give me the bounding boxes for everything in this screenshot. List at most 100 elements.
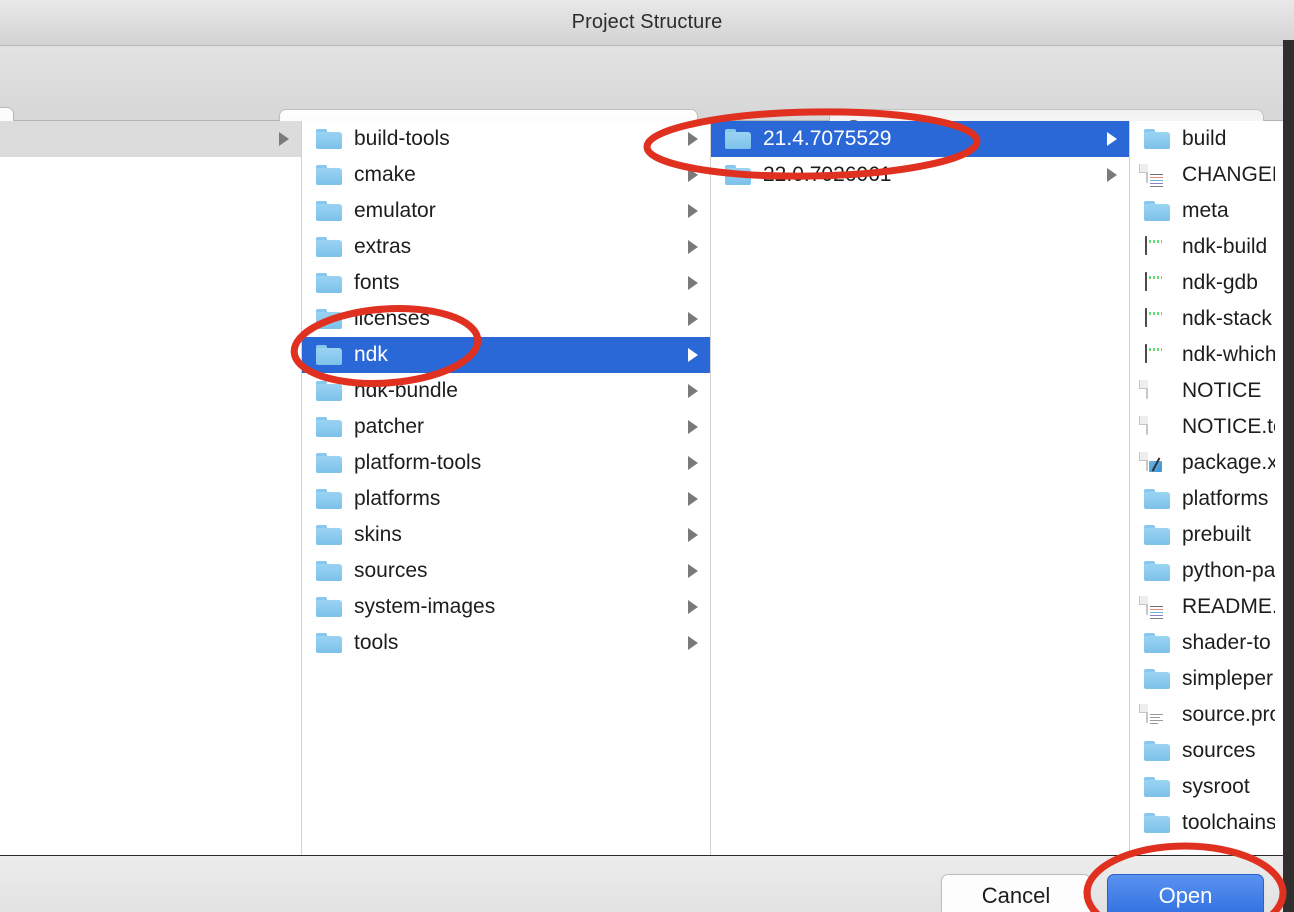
disclosure-triangle-icon bbox=[1107, 132, 1117, 146]
disclosure-triangle-icon bbox=[688, 456, 698, 470]
column-sdk-contents[interactable]: build-tools cmake emulator extras fonts licen… bbox=[302, 121, 711, 855]
list-item[interactable]: NOTICE.to bbox=[1130, 409, 1283, 445]
cancel-button[interactable]: Cancel bbox=[941, 874, 1091, 912]
list-item[interactable]: cmake bbox=[302, 157, 710, 193]
list-item-label: README.m bbox=[1182, 595, 1275, 618]
list-item[interactable]: sysroot bbox=[1130, 769, 1283, 805]
list-item-label: platforms bbox=[1182, 487, 1269, 510]
list-item[interactable]: skins bbox=[302, 517, 710, 553]
list-item[interactable]: ndk-build bbox=[1130, 229, 1283, 265]
list-item-label: system-images bbox=[354, 595, 496, 618]
list-item[interactable]: toolchains bbox=[1130, 805, 1283, 841]
folder-icon bbox=[316, 632, 342, 654]
list-item-label: tools bbox=[354, 631, 399, 654]
folder-icon bbox=[316, 488, 342, 510]
list-item[interactable]: platform-tools bbox=[302, 445, 710, 481]
list-item[interactable]: prebuilt bbox=[1130, 517, 1283, 553]
disclosure-triangle-icon bbox=[688, 348, 698, 362]
list-item-label: meta bbox=[1182, 199, 1229, 222]
folder-icon bbox=[1144, 128, 1170, 150]
list-item-label: platform-tools bbox=[354, 451, 482, 474]
list-item[interactable]: simpleper bbox=[1130, 661, 1283, 697]
list-item-label: NOTICE.to bbox=[1182, 415, 1275, 438]
list-item-label: NOTICE bbox=[1182, 379, 1262, 402]
list-item[interactable]: fonts bbox=[302, 265, 710, 301]
list-item-label: prebuilt bbox=[1182, 523, 1251, 546]
list-item[interactable]: shader-to bbox=[1130, 625, 1283, 661]
list-item-label: skins bbox=[354, 523, 402, 546]
xml-doc-icon bbox=[1144, 451, 1170, 474]
folder-icon bbox=[1144, 740, 1170, 762]
list-item[interactable]: system-images bbox=[302, 589, 710, 625]
list-item[interactable]: ndk-stack bbox=[1130, 301, 1283, 337]
disclosure-triangle-icon bbox=[688, 132, 698, 146]
window-right-edge bbox=[1283, 40, 1294, 912]
list-item[interactable]: ndk bbox=[302, 337, 710, 373]
list-item[interactable]: CHANGELOG bbox=[1130, 157, 1283, 193]
folder-icon bbox=[1144, 200, 1170, 222]
list-item[interactable]: extras bbox=[302, 229, 710, 265]
list-item[interactable]: platforms bbox=[1130, 481, 1283, 517]
list-item[interactable]: sources bbox=[302, 553, 710, 589]
dialog-footer bbox=[0, 856, 1294, 912]
list-item[interactable]: tools bbox=[302, 625, 710, 661]
list-item[interactable]: python-pa bbox=[1130, 553, 1283, 589]
list-item-label: ndk bbox=[354, 343, 388, 366]
list-item[interactable]: ndk-gdb bbox=[1130, 265, 1283, 301]
disclosure-triangle-icon bbox=[688, 636, 698, 650]
list-item-label: emulator bbox=[354, 199, 436, 222]
column-ndk-version-contents[interactable]: build CHANGELOG meta ndk-build ndk-gdb ndk-st… bbox=[1130, 121, 1283, 855]
disclosure-triangle-icon bbox=[688, 564, 698, 578]
open-button[interactable]: Open bbox=[1107, 874, 1264, 912]
folder-icon bbox=[316, 344, 342, 366]
disclosure-triangle-icon bbox=[688, 528, 698, 542]
list-item[interactable]: build-tools bbox=[302, 121, 710, 157]
list-item-label: package.x bbox=[1182, 451, 1275, 474]
list-item[interactable]: emulator bbox=[302, 193, 710, 229]
folder-icon bbox=[316, 416, 342, 438]
list-item[interactable]: build bbox=[1130, 121, 1283, 157]
list-item-label: simpleper bbox=[1182, 667, 1274, 690]
list-item[interactable]: licenses bbox=[302, 301, 710, 337]
folder-icon bbox=[316, 560, 342, 582]
list-item[interactable]: source.pro bbox=[1130, 697, 1283, 733]
list-item[interactable]: NOTICE bbox=[1130, 373, 1283, 409]
list-item[interactable]: package.x bbox=[1130, 445, 1283, 481]
list-item-label: python-pa bbox=[1182, 559, 1275, 582]
list-item[interactable]: README.m bbox=[1130, 589, 1283, 625]
column-sdk-root[interactable] bbox=[0, 121, 302, 855]
folder-icon bbox=[316, 596, 342, 618]
list-item[interactable]: 22.0.7026061 bbox=[711, 157, 1129, 193]
title-bar: Project Structure bbox=[0, 0, 1294, 46]
list-item-label: shader-to bbox=[1182, 631, 1271, 654]
column-ndk-versions[interactable]: 21.4.7075529 22.0.7026061 bbox=[711, 121, 1130, 855]
list-item-label: ndk-bundle bbox=[354, 379, 458, 402]
terminal-icon bbox=[1144, 235, 1170, 258]
list-item[interactable]: 21.4.7075529 bbox=[711, 121, 1129, 157]
folder-icon bbox=[1144, 488, 1170, 510]
disclosure-triangle-icon bbox=[688, 420, 698, 434]
list-item[interactable]: sources bbox=[1130, 733, 1283, 769]
list-item[interactable] bbox=[0, 121, 301, 157]
list-item-label: build bbox=[1182, 127, 1227, 150]
disclosure-triangle-icon bbox=[688, 600, 698, 614]
folder-icon bbox=[316, 272, 342, 294]
terminal-icon bbox=[1144, 343, 1170, 366]
folder-icon bbox=[1144, 812, 1170, 834]
list-item[interactable]: patcher bbox=[302, 409, 710, 445]
list-item-label: cmake bbox=[354, 163, 416, 186]
list-item-label: fonts bbox=[354, 271, 400, 294]
list-item-label: platforms bbox=[354, 487, 441, 510]
disclosure-triangle-icon bbox=[688, 240, 698, 254]
list-item[interactable]: ndk-bundle bbox=[302, 373, 710, 409]
folder-icon bbox=[1144, 776, 1170, 798]
column-browser: build-tools cmake emulator extras fonts licen… bbox=[0, 121, 1294, 855]
list-item[interactable]: platforms bbox=[302, 481, 710, 517]
list-item[interactable]: meta bbox=[1130, 193, 1283, 229]
folder-icon bbox=[725, 128, 751, 150]
list-item[interactable]: ndk-which bbox=[1130, 337, 1283, 373]
folder-icon bbox=[316, 164, 342, 186]
folder-icon bbox=[316, 452, 342, 474]
file-open-dialog: Project Structure 21.4.7075529 bbox=[0, 0, 1294, 912]
list-item-label: ndk-which bbox=[1182, 343, 1275, 366]
